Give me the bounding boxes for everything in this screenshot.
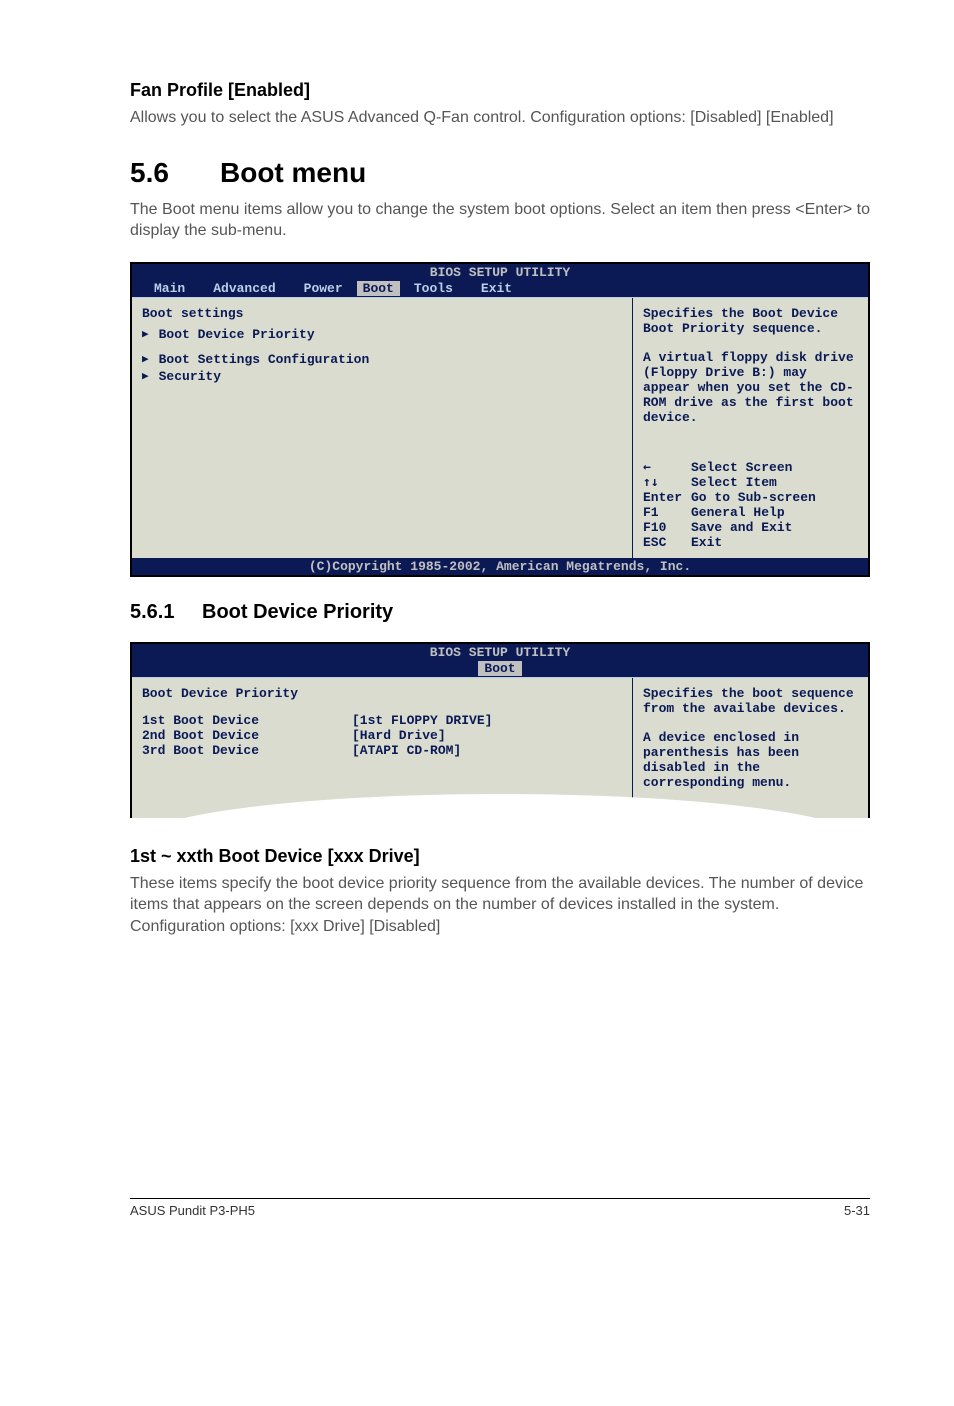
boot-device-priority-label: Boot Device Priority <box>142 686 622 701</box>
section-number: 5.6 <box>130 157 220 189</box>
row-value: [ATAPI CD-ROM] <box>352 743 461 758</box>
tab-power[interactable]: Power <box>290 281 357 296</box>
fan-profile-text: Allows you to select the ASUS Advanced Q… <box>130 107 870 129</box>
key-label: Select Screen <box>691 460 792 475</box>
bios-help-text-2: A virtual floppy disk drive (Floppy Driv… <box>643 350 858 425</box>
tab-boot[interactable]: Boot <box>357 281 400 296</box>
row-1st-boot-device[interactable]: 1st Boot Device [1st FLOPPY DRIVE] <box>142 713 622 728</box>
bios-title: BIOS SETUP UTILITY <box>132 264 868 281</box>
fan-profile-heading: Fan Profile [Enabled] <box>130 80 870 101</box>
section-5-6-heading: 5.6Boot menu <box>130 157 870 189</box>
xxth-text: These items specify the boot device prio… <box>130 873 870 938</box>
bios-help-text-2: A device enclosed in parenthesis has bee… <box>643 730 858 790</box>
bios-help-pane: Specifies the Boot Device Boot Priority … <box>633 298 868 558</box>
submenu-arrow-icon: ▶ <box>142 369 149 383</box>
row-2nd-boot-device[interactable]: 2nd Boot Device [Hard Drive] <box>142 728 622 743</box>
bios-help-text-1: Specifies the boot sequence from the ava… <box>643 686 858 716</box>
key-label: General Help <box>691 505 785 520</box>
tab-tools[interactable]: Tools <box>400 281 467 296</box>
boot-menu-intro: The Boot menu items allow you to change … <box>130 199 870 242</box>
bios-title: BIOS SETUP UTILITY <box>132 644 868 661</box>
key-enter: Enter <box>643 490 691 505</box>
subsection-title: Boot Device Priority <box>202 601 393 623</box>
key-updown-icon: ↑↓ <box>643 475 691 490</box>
row-name: 1st Boot Device <box>142 713 352 728</box>
subsection-number: 5.6.1 <box>130 601 202 624</box>
item-label: Security <box>159 369 221 384</box>
row-name: 3rd Boot Device <box>142 743 352 758</box>
tab-exit[interactable]: Exit <box>467 281 526 296</box>
key-esc: ESC <box>643 535 691 550</box>
row-3rd-boot-device[interactable]: 3rd Boot Device [ATAPI CD-ROM] <box>142 743 622 758</box>
tab-advanced[interactable]: Advanced <box>199 281 289 296</box>
bios-help-pane: Specifies the boot sequence from the ava… <box>633 678 868 818</box>
key-f1: F1 <box>643 505 691 520</box>
item-security[interactable]: ▶ Security <box>142 369 622 384</box>
boot-settings-label: Boot settings <box>142 306 622 321</box>
key-label: Select Item <box>691 475 777 490</box>
row-name: 2nd Boot Device <box>142 728 352 743</box>
key-label: Exit <box>691 535 722 550</box>
bios-left-pane: Boot settings ▶ Boot Device Priority ▶ B… <box>132 298 633 558</box>
bios-screenshot-priority: BIOS SETUP UTILITY Boot Boot Device Prio… <box>130 642 870 818</box>
item-boot-device-priority[interactable]: ▶ Boot Device Priority <box>142 327 622 342</box>
key-f10: F10 <box>643 520 691 535</box>
xxth-heading: 1st ~ xxth Boot Device [xxx Drive] <box>130 846 870 867</box>
submenu-arrow-icon: ▶ <box>142 327 149 341</box>
key-label: Save and Exit <box>691 520 792 535</box>
item-boot-settings-configuration[interactable]: ▶ Boot Settings Configuration <box>142 352 622 367</box>
submenu-arrow-icon: ▶ <box>142 352 149 366</box>
row-value: [Hard Drive] <box>352 728 446 743</box>
footer-product: ASUS Pundit P3-PH5 <box>130 1203 255 1218</box>
bios-help-text-1: Specifies the Boot Device Boot Priority … <box>643 306 858 336</box>
footer-page-number: 5-31 <box>844 1203 870 1218</box>
key-left-icon: ← <box>643 460 691 475</box>
tab-boot[interactable]: Boot <box>478 661 521 676</box>
bios-menubar: Main Advanced Power Boot Tools Exit <box>132 281 868 297</box>
bios-screenshot-boot-menu: BIOS SETUP UTILITY Main Advanced Power B… <box>130 262 870 577</box>
row-value: [1st FLOPPY DRIVE] <box>352 713 492 728</box>
bios-copyright: (C)Copyright 1985-2002, American Megatre… <box>132 558 868 575</box>
key-label: Go to Sub-screen <box>691 490 816 505</box>
bios-menubar: Boot <box>132 661 868 677</box>
page-footer: ASUS Pundit P3-PH5 5-31 <box>130 1198 870 1218</box>
section-title: Boot menu <box>220 157 366 188</box>
tab-main[interactable]: Main <box>140 281 199 296</box>
section-5-6-1-heading: 5.6.1Boot Device Priority <box>130 601 870 624</box>
bios-key-hints: ←Select Screen ↑↓Select Item EnterGo to … <box>643 460 858 550</box>
item-label: Boot Device Priority <box>159 327 315 342</box>
item-label: Boot Settings Configuration <box>159 352 370 367</box>
